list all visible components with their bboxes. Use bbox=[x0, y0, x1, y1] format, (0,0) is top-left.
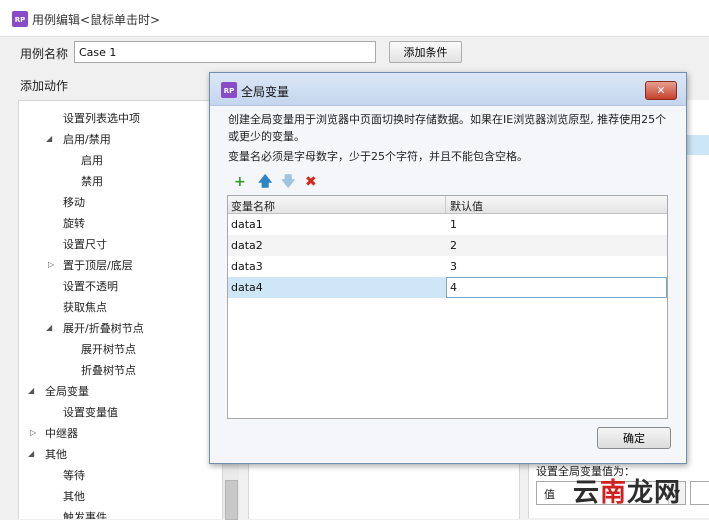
case-name-label: 用例名称 bbox=[20, 47, 69, 61]
app-logo-icon: RP bbox=[221, 82, 237, 98]
add-action-label: 添加动作 bbox=[20, 79, 69, 93]
column-header-variable-name[interactable]: 变量名称 bbox=[231, 198, 275, 214]
tree-collapse-icon[interactable]: ▷ bbox=[48, 260, 54, 269]
scrollbar-thumb[interactable] bbox=[225, 480, 238, 520]
tree-item-rotate[interactable]: 旋转 bbox=[63, 215, 85, 231]
variables-table: 变量名称 默认值 data1 1 data2 2 data3 3 data4 4 bbox=[227, 195, 668, 419]
tree-item-other-action[interactable]: 其他 bbox=[63, 488, 85, 504]
tree-item-expand-collapse-tree[interactable]: 展开/折叠树节点 bbox=[63, 320, 144, 336]
variable-name-cell[interactable]: data1 bbox=[231, 218, 263, 231]
watermark-logo: 云南龙网 bbox=[573, 478, 682, 508]
default-value-cell[interactable]: 1 bbox=[450, 218, 457, 231]
tree-item-enable[interactable]: 启用 bbox=[81, 152, 103, 168]
table-row[interactable]: data1 1 bbox=[228, 214, 667, 235]
window-title: 用例编辑<鼠标单击时> bbox=[32, 13, 161, 27]
tree-item-set-list-selected[interactable]: 设置列表选中项 bbox=[63, 110, 140, 126]
column-header-default-value[interactable]: 默认值 bbox=[450, 198, 483, 214]
app-logo-icon: RP bbox=[12, 11, 28, 27]
add-condition-button[interactable]: 添加条件 bbox=[389, 41, 462, 63]
default-value-cell[interactable]: 4 bbox=[450, 281, 457, 294]
tree-item-move[interactable]: 移动 bbox=[63, 194, 85, 210]
variable-name-cell[interactable]: data2 bbox=[231, 239, 263, 252]
tree-expand-icon[interactable]: ◢ bbox=[46, 323, 52, 332]
action-tree: 设置列表选中项 ◢ 启用/禁用 启用 禁用 移动 旋转 设置尺寸 ▷ 置于顶层/… bbox=[18, 100, 223, 519]
dialog-description-rules: 变量名必须是字母数字，少于25个字符，并且不能包含空格。 bbox=[228, 150, 528, 163]
value-type-selected: 值 bbox=[544, 488, 555, 501]
global-variables-dialog: RP 全局变量 ✕ 创建全局变量用于浏览器中页面切换时存储数据。如果在IE浏览器… bbox=[209, 72, 687, 464]
tree-item-collapse-tree-node[interactable]: 折叠树节点 bbox=[81, 362, 136, 378]
dialog-description: 创建全局变量用于浏览器中页面切换时存储数据。如果在IE浏览器浏览原型, 推荐使用… bbox=[228, 113, 667, 143]
tree-item-set-variable-value[interactable]: 设置变量值 bbox=[63, 404, 118, 420]
table-row[interactable]: data3 3 bbox=[228, 256, 667, 277]
tree-item-other[interactable]: 其他 bbox=[45, 446, 67, 462]
tree-item-global-variables[interactable]: 全局变量 bbox=[45, 383, 89, 399]
case-name-input[interactable] bbox=[74, 41, 376, 63]
tree-item-set-opacity[interactable]: 设置不透明 bbox=[63, 278, 118, 294]
tree-expand-icon[interactable]: ◢ bbox=[28, 449, 34, 458]
move-down-icon[interactable]: 🡇 bbox=[281, 174, 295, 190]
dialog-titlebar[interactable]: RP 全局变量 ✕ bbox=[210, 73, 686, 106]
tree-item-bring-front-back[interactable]: 置于顶层/底层 bbox=[63, 257, 133, 273]
table-header: 变量名称 默认值 bbox=[228, 196, 667, 214]
tree-item-focus[interactable]: 获取焦点 bbox=[63, 299, 107, 315]
delete-variable-icon[interactable]: ✖ bbox=[305, 174, 317, 190]
table-row[interactable]: data2 2 bbox=[228, 235, 667, 256]
default-value-cell[interactable]: 3 bbox=[450, 260, 457, 273]
default-value-edit-box[interactable] bbox=[446, 277, 667, 298]
dialog-title: 全局变量 bbox=[241, 85, 290, 99]
ok-button[interactable]: 确定 bbox=[597, 427, 671, 449]
value-input[interactable] bbox=[690, 481, 709, 505]
tree-collapse-icon[interactable]: ▷ bbox=[30, 428, 36, 437]
variable-name-cell[interactable]: data4 bbox=[231, 281, 263, 294]
tree-expand-icon[interactable]: ◢ bbox=[46, 134, 52, 143]
move-up-icon[interactable]: 🡅 bbox=[258, 174, 272, 190]
tree-item-disable[interactable]: 禁用 bbox=[81, 173, 103, 189]
tree-item-enable-disable[interactable]: 启用/禁用 bbox=[63, 131, 111, 147]
column-divider[interactable] bbox=[445, 196, 446, 213]
tree-item-expand-tree-node[interactable]: 展开树节点 bbox=[81, 341, 136, 357]
tree-item-wait[interactable]: 等待 bbox=[63, 467, 85, 483]
variable-name-cell[interactable]: data3 bbox=[231, 260, 263, 273]
tree-item-set-size[interactable]: 设置尺寸 bbox=[63, 236, 107, 252]
close-button[interactable]: ✕ bbox=[645, 81, 677, 100]
tree-item-repeater[interactable]: 中继器 bbox=[45, 425, 78, 441]
tree-expand-icon[interactable]: ◢ bbox=[28, 386, 34, 395]
add-variable-icon[interactable]: + bbox=[234, 174, 246, 190]
main-titlebar: RP 用例编辑<鼠标单击时> bbox=[0, 0, 709, 37]
default-value-cell[interactable]: 2 bbox=[450, 239, 457, 252]
table-row-selected[interactable]: data4 4 bbox=[228, 277, 667, 298]
